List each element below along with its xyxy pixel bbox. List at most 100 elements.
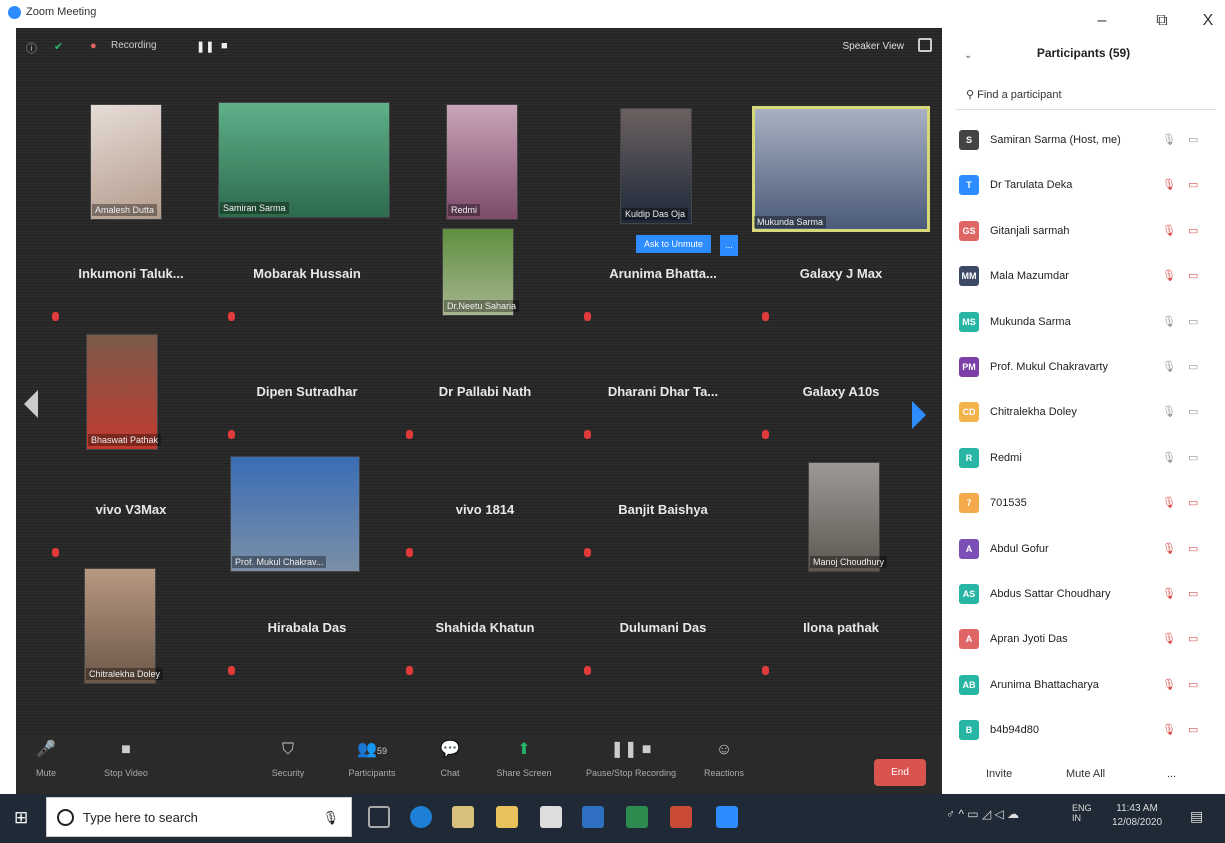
speaker-view-button[interactable]: Speaker View <box>842 41 904 52</box>
ask-to-unmute-button[interactable]: Ask to Unmute <box>636 235 712 253</box>
file-explorer-icon[interactable] <box>496 806 518 828</box>
share-screen-button[interactable]: ⬆ Share Screen <box>484 740 564 781</box>
microphone-icon[interactable]: 🎙 <box>1162 360 1176 373</box>
participant-tile[interactable]: Prof. Mukul Chakrav... <box>218 452 396 572</box>
camera-icon[interactable]: ▭ <box>1188 542 1198 555</box>
windows-start-icon[interactable]: ⊞ <box>14 808 28 828</box>
excel-icon[interactable] <box>626 806 648 828</box>
next-page-arrow-icon[interactable] <box>912 401 926 429</box>
stop-recording-icon[interactable]: ■ <box>221 40 228 52</box>
participant-tile[interactable]: Shahida Khatun <box>396 570 574 686</box>
camera-icon[interactable]: ▭ <box>1188 315 1198 328</box>
mail-icon[interactable] <box>540 806 562 828</box>
participant-tile[interactable]: Bhaswati Pathak <box>42 334 220 450</box>
participant-list-item[interactable]: T Dr Tarulata Deka 🎙 ▭ <box>942 167 1225 211</box>
microphone-icon[interactable]: 🎙 <box>1162 496 1176 509</box>
edge-icon[interactable] <box>410 806 432 828</box>
participant-tile[interactable]: Mukunda Sarma <box>752 98 930 232</box>
camera-icon[interactable]: ▭ <box>1188 269 1198 282</box>
participants-button[interactable]: 👥59 Participants <box>332 740 412 781</box>
microphone-icon[interactable]: 🎙 <box>1162 587 1176 600</box>
participant-tile[interactable]: Amalesh Dutta <box>42 98 220 220</box>
previous-page-arrow-icon[interactable] <box>24 390 38 418</box>
microphone-icon[interactable]: 🎙 <box>1162 632 1176 645</box>
camera-icon[interactable]: ▭ <box>1188 360 1198 373</box>
microphone-icon[interactable]: 🎙 <box>1162 315 1176 328</box>
participant-list-item[interactable]: S Samiran Sarma (Host, me) 🎙 ▭ <box>942 122 1225 166</box>
participant-tile[interactable]: Kuldip Das Oja <box>574 98 752 224</box>
camera-icon[interactable]: ▭ <box>1188 405 1198 418</box>
camera-icon[interactable]: ▭ <box>1188 224 1198 237</box>
fullscreen-icon[interactable] <box>918 38 932 52</box>
taskbar-search-box[interactable]: Type here to search 🎙 <box>46 797 352 837</box>
participant-tile[interactable]: Arunima Bhatta... <box>574 216 752 332</box>
find-participant-input[interactable]: ⚲ Find a participant <box>956 88 1216 110</box>
participant-tile[interactable]: Ilona pathak <box>752 570 930 686</box>
task-view-icon[interactable] <box>368 806 390 828</box>
camera-icon[interactable]: ▭ <box>1188 678 1198 691</box>
camera-icon[interactable]: ▭ <box>1188 178 1198 191</box>
security-button[interactable]: ⛉ Security <box>248 740 328 781</box>
pause-recording-icon[interactable]: ❚❚ <box>196 40 214 53</box>
participant-tile[interactable]: Inkumoni Taluk... <box>42 216 220 332</box>
mute-all-button[interactable]: Mute All <box>1066 768 1105 780</box>
camera-icon[interactable]: ▭ <box>1188 587 1198 600</box>
participant-tile[interactable]: Redmi <box>396 98 574 220</box>
participant-tile[interactable]: Chitralekha Doley <box>42 568 220 686</box>
participant-list-item[interactable]: Bb4b94d80 🎙 ▭ <box>942 712 1225 756</box>
participant-list-item[interactable]: R Redmi 🎙 ▭ <box>942 440 1225 484</box>
microphone-icon[interactable]: 🎙 <box>1162 723 1176 736</box>
microphone-icon[interactable]: 🎙 <box>1162 678 1176 691</box>
participant-tile[interactable]: Dulumani Das <box>574 570 752 686</box>
microphone-icon[interactable]: 🎙 <box>1162 133 1176 146</box>
camera-icon[interactable]: ▭ <box>1188 632 1198 645</box>
participant-list-item[interactable]: A Abdul Gofur 🎙 ▭ <box>942 531 1225 575</box>
language-indicator[interactable]: ENG IN <box>1072 803 1092 823</box>
microphone-icon[interactable]: 🎙 <box>1162 224 1176 237</box>
camera-icon[interactable]: ▭ <box>1188 496 1198 509</box>
participant-tile[interactable]: vivo 1814 <box>396 452 574 568</box>
participant-list-item[interactable]: AB Arunima Bhattacharya 🎙 ▭ <box>942 667 1225 711</box>
invite-button[interactable]: Invite <box>986 768 1012 780</box>
participant-tile[interactable]: Banjit Baishya <box>574 452 752 568</box>
participant-tile[interactable]: Dharani Dhar Ta... <box>574 334 752 450</box>
word-icon[interactable] <box>582 806 604 828</box>
participant-tile[interactable]: Mobarak Hussain <box>218 216 396 332</box>
participant-tile[interactable]: Samiran Sarma <box>218 98 396 218</box>
participant-list-item[interactable]: PM Prof. Mukul Chakravarty 🎙 ▭ <box>942 349 1225 393</box>
participant-tile[interactable]: Galaxy A10s <box>752 334 930 450</box>
participant-list-item[interactable]: GS Gitanjali sarmah 🎙 ▭ <box>942 213 1225 257</box>
info-icon[interactable]: ⓘ <box>26 40 37 56</box>
camera-icon[interactable]: ▭ <box>1188 133 1198 146</box>
microphone-icon[interactable]: 🎙 <box>1162 542 1176 555</box>
participant-tile[interactable]: Dr.Neetu Saharia <box>396 216 574 332</box>
microphone-icon[interactable]: 🎙 <box>1162 451 1176 464</box>
participant-tile[interactable]: Dr Pallabi Nath <box>396 334 574 450</box>
participant-tile[interactable]: Hirabala Das <box>218 570 396 686</box>
chat-button[interactable]: 💬 Chat <box>410 740 490 781</box>
participant-list-item[interactable]: 7 701535 🎙 ▭ <box>942 485 1225 529</box>
participant-list-item[interactable]: CD Chitralekha Doley 🎙 ▭ <box>942 394 1225 438</box>
camera-icon[interactable]: ▭ <box>1188 723 1198 736</box>
participant-list-item[interactable]: MS Mukunda Sarma 🎙 ▭ <box>942 304 1225 348</box>
participant-tile[interactable]: Galaxy J Max <box>752 216 930 332</box>
microphone-icon[interactable]: 🎙 <box>1162 178 1176 191</box>
participant-tile[interactable]: vivo V3Max <box>42 452 220 568</box>
reactions-button[interactable]: ☺ Reactions <box>684 740 764 781</box>
microphone-icon[interactable]: 🎙 <box>1162 405 1176 418</box>
participant-list-item[interactable]: AS Abdus Sattar Choudhary 🎙 ▭ <box>942 576 1225 620</box>
more-button[interactable]: ... <box>1167 768 1176 780</box>
participant-list-item[interactable]: A Apran Jyoti Das 🎙 ▭ <box>942 621 1225 665</box>
powerpoint-icon[interactable] <box>670 806 692 828</box>
system-tray-icons[interactable]: ♂ ^ ▭ ◿ ◁ ☁ <box>946 807 1019 821</box>
pause-stop-recording-button[interactable]: ❚❚ ■ Pause/Stop Recording <box>576 740 686 781</box>
ask-more-button[interactable]: ... <box>720 235 738 256</box>
notification-icon[interactable]: ▤ <box>1190 808 1203 825</box>
store-icon[interactable] <box>452 806 474 828</box>
stop-video-button[interactable]: ■ Stop Video <box>86 740 166 781</box>
clock[interactable]: 11:43 AM 12/08/2020 <box>1112 802 1162 830</box>
microphone-icon[interactable]: 🎙 <box>1162 269 1176 282</box>
participant-tile[interactable]: Dipen Sutradhar <box>218 334 396 450</box>
zoom-taskbar-icon[interactable] <box>716 806 738 828</box>
shield-icon[interactable]: ✔ <box>54 40 63 53</box>
